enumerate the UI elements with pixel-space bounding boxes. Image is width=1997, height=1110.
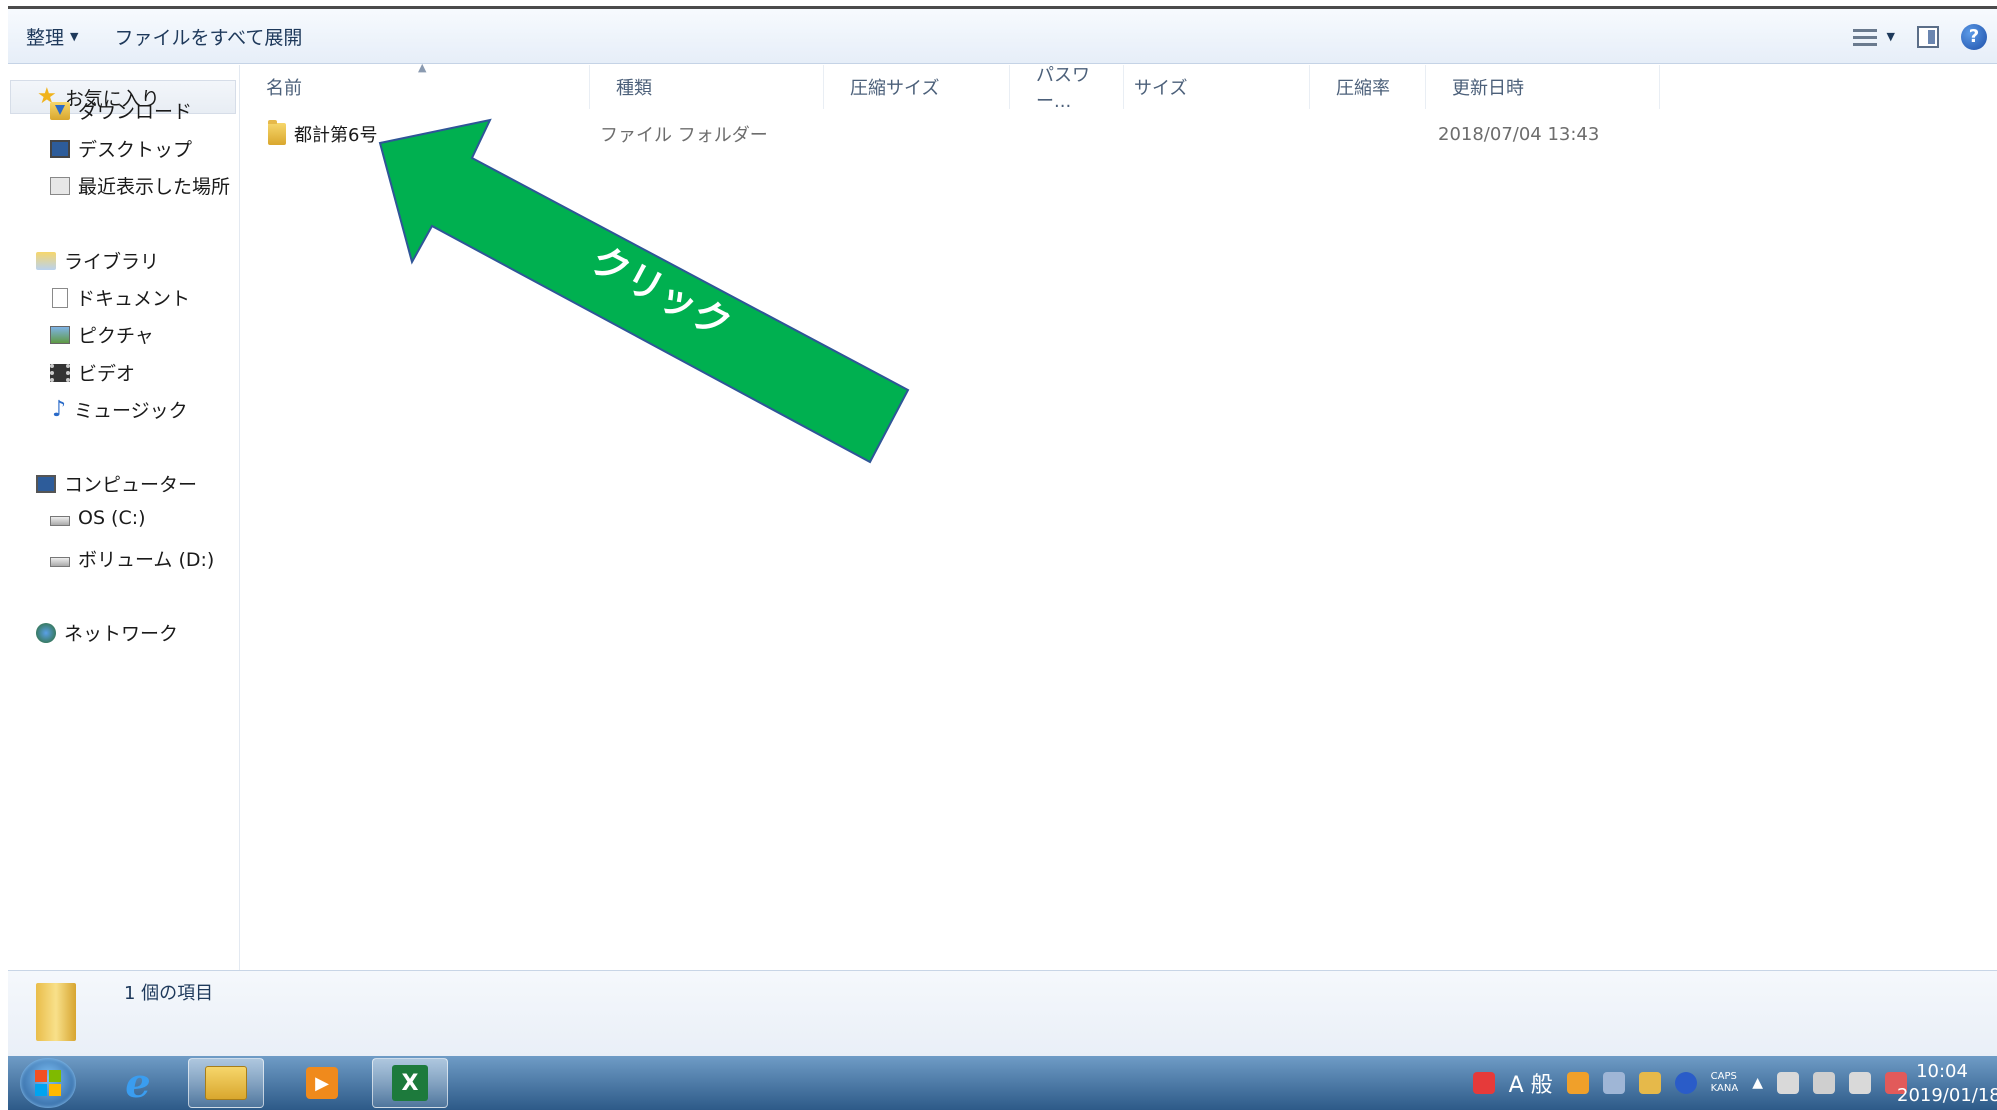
clock-time: 10:04 (1916, 1061, 1968, 1082)
taskbar: e ▶ X A 般 CAPS KANA ▲ 10:04 2019/01/18 (8, 1056, 1997, 1110)
excel-icon: X (392, 1065, 428, 1101)
network-tray-icon[interactable] (1849, 1072, 1871, 1094)
system-clock[interactable]: 10:04 2019/01/18 (1897, 1060, 1997, 1108)
details-pane: 1 個の項目 (8, 970, 1997, 1056)
power-plug-icon[interactable] (1813, 1072, 1835, 1094)
zip-folder-icon (36, 983, 76, 1041)
item-count: 1 個の項目 (124, 983, 214, 1004)
taskbar-internet-explorer[interactable]: e (100, 1058, 176, 1108)
show-hidden-icons-icon[interactable]: ▲ (1752, 1075, 1763, 1091)
taskbar-excel[interactable]: X (372, 1058, 448, 1108)
annotation-arrow: クリック (378, 118, 910, 464)
ime-pad-icon[interactable] (1602, 1072, 1625, 1094)
ime-tool-icon[interactable] (1566, 1072, 1589, 1094)
clock-date: 2019/01/18 (1897, 1085, 1997, 1106)
kana-indicator: KANA (1710, 1083, 1739, 1094)
ime-dictionary-icon[interactable] (1638, 1072, 1661, 1094)
caps-indicator: CAPS (1710, 1071, 1737, 1082)
notification-area: A 般 CAPS KANA ▲ (1472, 1056, 1907, 1110)
taskbar-explorer[interactable] (188, 1058, 264, 1108)
taskbar-media-player[interactable]: ▶ (284, 1058, 360, 1108)
ime-help-icon[interactable] (1674, 1072, 1697, 1094)
file-explorer-icon (205, 1066, 247, 1100)
ime-mode-indicator[interactable]: A 般 (1509, 1067, 1553, 1099)
security-icon[interactable] (1472, 1072, 1495, 1094)
internet-explorer-icon: e (125, 1059, 151, 1107)
caps-kana-indicator: CAPS KANA (1711, 1071, 1739, 1095)
start-button[interactable] (20, 1058, 76, 1108)
media-player-icon: ▶ (306, 1067, 338, 1099)
windows-logo-icon (35, 1070, 61, 1096)
action-center-flag-icon[interactable] (1777, 1072, 1799, 1094)
